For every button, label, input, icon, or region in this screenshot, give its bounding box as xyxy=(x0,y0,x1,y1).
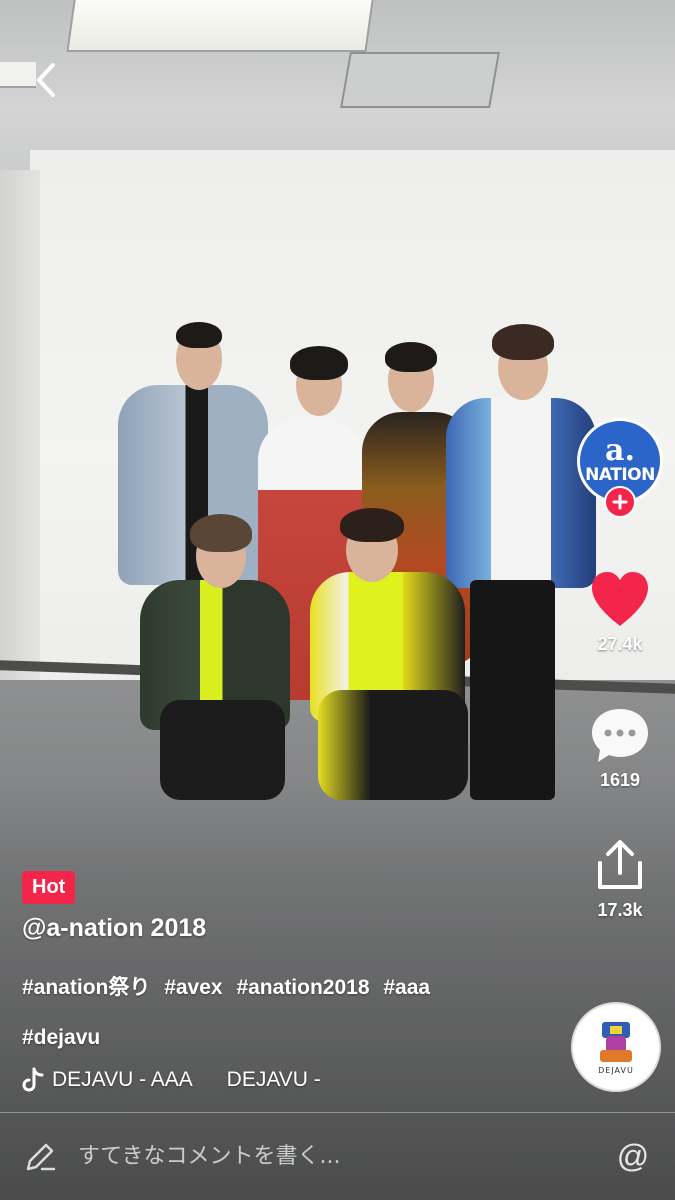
creator-avatar-group: a. NATION xyxy=(575,418,665,528)
side-wall xyxy=(0,170,40,690)
hashtag[interactable]: #anation祭り xyxy=(22,976,150,999)
hashtag[interactable]: #dejavu xyxy=(22,1026,100,1049)
ceiling-light xyxy=(66,0,374,52)
hot-badge: Hot xyxy=(22,871,76,904)
pencil-icon xyxy=(26,1143,56,1170)
avatar-logo-symbol: a. xyxy=(605,433,635,468)
like-icon-wrap xyxy=(575,564,665,634)
ceiling-vent xyxy=(340,52,500,108)
person-hair xyxy=(385,342,437,372)
comment-input[interactable] xyxy=(78,1144,613,1169)
music-track-marquee: DEJAVU - AAA DEJAVU - xyxy=(52,1068,349,1092)
comment-count: 1619 xyxy=(599,770,641,790)
comment-bar: @ xyxy=(0,1112,675,1200)
follow-button[interactable] xyxy=(604,486,636,518)
comment-bubble-icon xyxy=(592,709,648,762)
share-count: 17.3k xyxy=(597,900,643,920)
plus-icon xyxy=(612,494,628,510)
music-info[interactable]: DEJAVU - AAA DEJAVU - xyxy=(22,1067,562,1093)
share-icon xyxy=(598,840,642,889)
hashtag[interactable]: #anation2018 xyxy=(236,976,369,999)
at-icon: @ xyxy=(616,1138,650,1174)
tiktok-video-screen: a. NATION 27.4k 1619 17.3k DEJAVU Hot @a… xyxy=(0,0,675,1200)
share-icon-wrap xyxy=(575,830,665,900)
music-disc[interactable]: DEJAVU xyxy=(571,1002,661,1092)
disc-label: DEJAVU xyxy=(598,1065,634,1075)
creator-username[interactable]: @a-nation 2018 xyxy=(22,914,562,943)
back-button[interactable] xyxy=(22,56,70,104)
like-count: 27.4k xyxy=(597,634,643,654)
caption-area: Hot @a-nation 2018 #anation祭り #avex #ana… xyxy=(22,871,562,1093)
person-legs xyxy=(470,580,555,800)
share-button[interactable]: 17.3k xyxy=(575,830,665,921)
person-hair xyxy=(492,324,554,360)
person-hair xyxy=(176,322,222,348)
music-cover-art-icon xyxy=(600,1021,632,1062)
chevron-left-icon xyxy=(37,63,55,97)
hashtag-list: #anation祭り #avex #anation2018 #aaa #deja… xyxy=(22,963,562,1063)
avatar-logo-text: NATION xyxy=(585,465,655,485)
person-hair xyxy=(340,508,404,542)
mention-button[interactable]: @ xyxy=(613,1137,653,1177)
music-track-text: DEJAVU - AAA xyxy=(52,1068,193,1091)
comment-button[interactable]: 1619 xyxy=(575,700,665,791)
person-hair xyxy=(290,346,348,380)
person-hair xyxy=(190,514,252,552)
heart-icon xyxy=(592,572,648,626)
comment-icon-wrap xyxy=(575,700,665,770)
tiktok-note-icon xyxy=(22,1067,44,1092)
like-button[interactable]: 27.4k xyxy=(575,564,665,655)
hashtag[interactable]: #avex xyxy=(164,976,222,999)
person xyxy=(446,398,596,588)
hashtag[interactable]: #aaa xyxy=(383,976,430,999)
music-track-text: DEJAVU - xyxy=(226,1068,321,1091)
